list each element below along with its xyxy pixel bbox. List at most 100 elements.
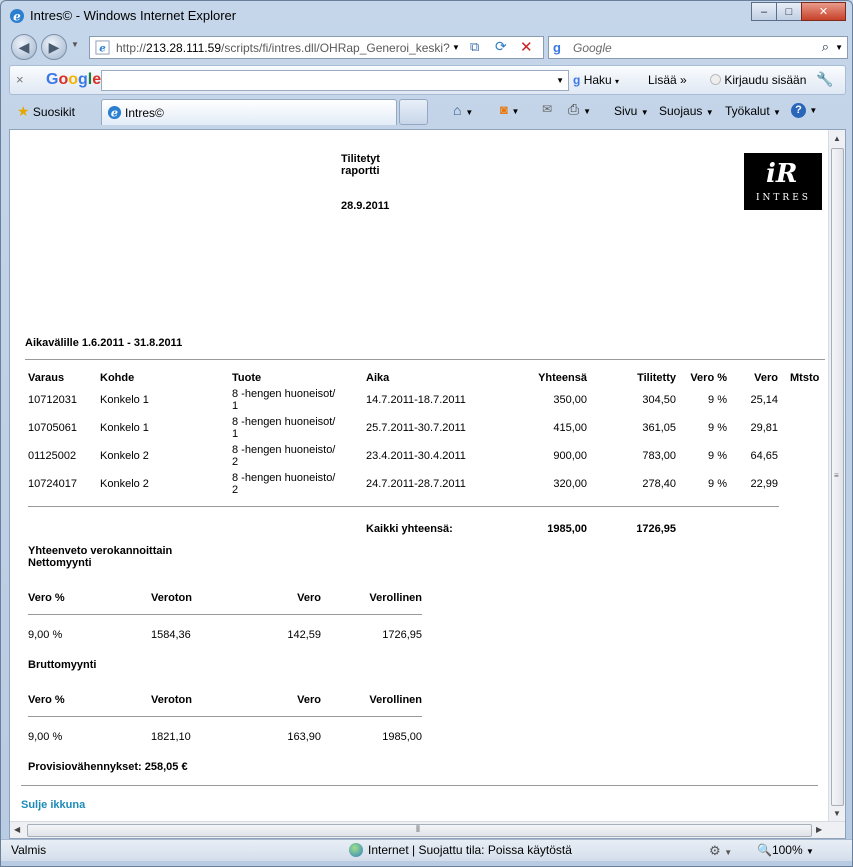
search-box[interactable]: g Google ⌕ ▼ <box>548 36 848 59</box>
col-mtsto: Mtsto <box>790 372 820 384</box>
close-toolbar-icon[interactable]: × <box>16 72 24 87</box>
grip-icon: ≡ <box>834 471 839 480</box>
svg-text:e: e <box>99 43 106 55</box>
cell-varaus: 01125002 <box>28 450 77 462</box>
mail-icon[interactable]: ✉ <box>542 102 552 116</box>
cell-vero-pct: 9 % <box>708 422 727 434</box>
cell-tuote-2: 1 <box>232 400 239 412</box>
back-button[interactable]: ◀ <box>11 34 37 60</box>
google-input-dropdown-icon[interactable]: ▼ <box>556 76 564 85</box>
provision-text: Provisiovähennykset: 258,05 € <box>28 761 188 773</box>
protected-mode-icon[interactable]: ⚙ ▼ <box>709 843 732 859</box>
cell-vero-pct: 9 % <box>708 478 727 490</box>
ie-logo-icon: e <box>10 9 24 24</box>
cell-tilitetty: 278,40 <box>642 478 676 490</box>
horizontal-scroll-thumb[interactable]: ⦀ <box>27 824 812 837</box>
star-icon: ★ <box>17 103 30 119</box>
history-dropdown-icon[interactable]: ▼ <box>71 40 79 49</box>
zoom-icon: 🔍 <box>757 843 772 857</box>
scroll-down-icon[interactable]: ▼ <box>833 809 841 818</box>
gross-vero: 163,90 <box>287 731 321 743</box>
zoom-control[interactable]: 🔍100% ▼ <box>757 843 814 857</box>
safety-menu[interactable]: Suojaus ▼ <box>659 104 714 118</box>
horizontal-scrollbar[interactable]: ◀ ⦀ ▶ <box>10 821 845 838</box>
scroll-up-icon[interactable]: ▲ <box>833 134 841 143</box>
period-label: Aikavälille 1.6.2011 - 31.8.2011 <box>25 337 183 349</box>
page-menu[interactable]: Sivu ▼ <box>614 104 649 118</box>
cell-tuote: 8 -hengen huoneisot/ <box>232 388 336 400</box>
cell-aika: 14.7.2011-18.7.2011 <box>366 394 466 406</box>
cell-kohde: Konkelo 1 <box>100 394 149 406</box>
divider <box>21 785 818 786</box>
col-vero: Vero <box>754 372 778 384</box>
net-verollinen: 1726,95 <box>382 629 422 641</box>
print-icon[interactable]: ⎙ ▼ <box>568 101 591 118</box>
cell-tilitetty: 361,05 <box>642 422 676 434</box>
signin-button[interactable]: Kirjaudu sisään <box>710 73 806 87</box>
divider <box>28 716 422 717</box>
scroll-right-icon[interactable]: ▶ <box>816 825 822 834</box>
security-zone[interactable]: Internet | Suojattu tila: Poissa käytöst… <box>349 843 572 857</box>
maximize-button[interactable]: □ <box>776 2 802 21</box>
stop-icon[interactable]: ✕ <box>520 38 533 56</box>
intres-logo: iR INTRES <box>744 153 822 210</box>
cell-yhteensa: 350,00 <box>553 394 587 406</box>
close-window-link[interactable]: Sulje ikkuna <box>21 799 85 811</box>
cell-vero: 64,65 <box>750 450 778 462</box>
cell-varaus: 10724017 <box>28 478 77 490</box>
net-col-vero: Vero <box>297 592 321 604</box>
forward-button[interactable]: ▶ <box>41 34 67 60</box>
gross-col-veroton: Veroton <box>151 694 192 706</box>
gross-verollinen: 1985,00 <box>382 731 422 743</box>
refresh-icon[interactable]: ⟳ <box>495 38 507 55</box>
google-toolbar: × Google ▼ g Haku ▾ Lisää » Kirjaudu sis… <box>9 65 846 95</box>
gross-col-vero: Vero <box>297 694 321 706</box>
wrench-icon[interactable]: 🔧 <box>816 71 833 88</box>
search-dropdown-icon[interactable]: ▼ <box>835 43 843 52</box>
tab-title: Intres© <box>125 106 164 120</box>
divider <box>25 359 825 360</box>
svg-text:e: e <box>111 106 118 120</box>
cell-aika: 23.4.2011-30.4.2011 <box>366 450 466 462</box>
address-bar[interactable]: e http://213.28.111.59/scripts/fi/intres… <box>89 36 544 59</box>
forward-arrow-icon: ▶ <box>48 38 60 55</box>
search-icon[interactable]: ⌕ <box>822 39 829 55</box>
cell-yhteensa: 415,00 <box>553 422 587 434</box>
address-dropdown-icon[interactable]: ▼ <box>452 43 460 52</box>
help-icon[interactable]: ? ▼ <box>791 102 817 118</box>
cell-varaus: 10712031 <box>28 394 77 406</box>
close-button[interactable]: ✕ <box>801 2 846 21</box>
haku-button[interactable]: g Haku ▾ <box>573 73 619 87</box>
cell-vero-pct: 9 % <box>708 394 727 406</box>
col-aika: Aika <box>366 372 390 384</box>
vertical-scroll-thumb[interactable]: ≡ <box>831 148 844 806</box>
cell-yhteensa: 900,00 <box>553 450 587 462</box>
scroll-left-icon[interactable]: ◀ <box>14 825 20 834</box>
cell-tilitetty: 783,00 <box>642 450 676 462</box>
status-text: Valmis <box>11 843 47 857</box>
tab-intres[interactable]: e Intres© <box>101 99 397 125</box>
title-bar: e Intres© - Windows Internet Explorer – … <box>1 1 852 31</box>
col-tilitetty: Tilitetty <box>637 372 676 384</box>
more-button[interactable]: Lisää » <box>648 73 687 87</box>
minimize-button[interactable]: – <box>751 2 777 21</box>
window-title: Intres© - Windows Internet Explorer <box>30 8 237 23</box>
col-kohde: Kohde <box>100 372 135 384</box>
gross-veroton: 1821,10 <box>151 731 191 743</box>
address-url: http://213.28.111.59/scripts/fi/intres.d… <box>116 41 450 55</box>
cell-tuote-2: 2 <box>232 484 239 496</box>
logo-text: INTRES <box>756 193 811 203</box>
google-search-input[interactable]: ▼ <box>101 70 569 91</box>
tools-menu[interactable]: Työkalut ▼ <box>725 104 781 118</box>
navigation-bar: ◀ ▶ ▼ e http://213.28.111.59/scripts/fi/… <box>1 31 852 63</box>
new-tab-button[interactable] <box>399 99 428 125</box>
gross-col-pct: Vero % <box>28 694 65 706</box>
cell-tuote: 8 -hengen huoneisot/ <box>232 416 336 428</box>
favorites-button[interactable]: ★ Suosikit <box>17 103 75 120</box>
feeds-icon[interactable]: ◙ ▼ <box>500 102 519 117</box>
compatibility-icon[interactable]: ⧉ <box>470 39 479 55</box>
vertical-scrollbar[interactable]: ▲ ≡ ▼ <box>828 130 845 822</box>
home-icon[interactable]: ⌂ ▼ <box>453 102 473 118</box>
cell-vero-pct: 9 % <box>708 450 727 462</box>
back-arrow-icon: ◀ <box>18 38 30 55</box>
